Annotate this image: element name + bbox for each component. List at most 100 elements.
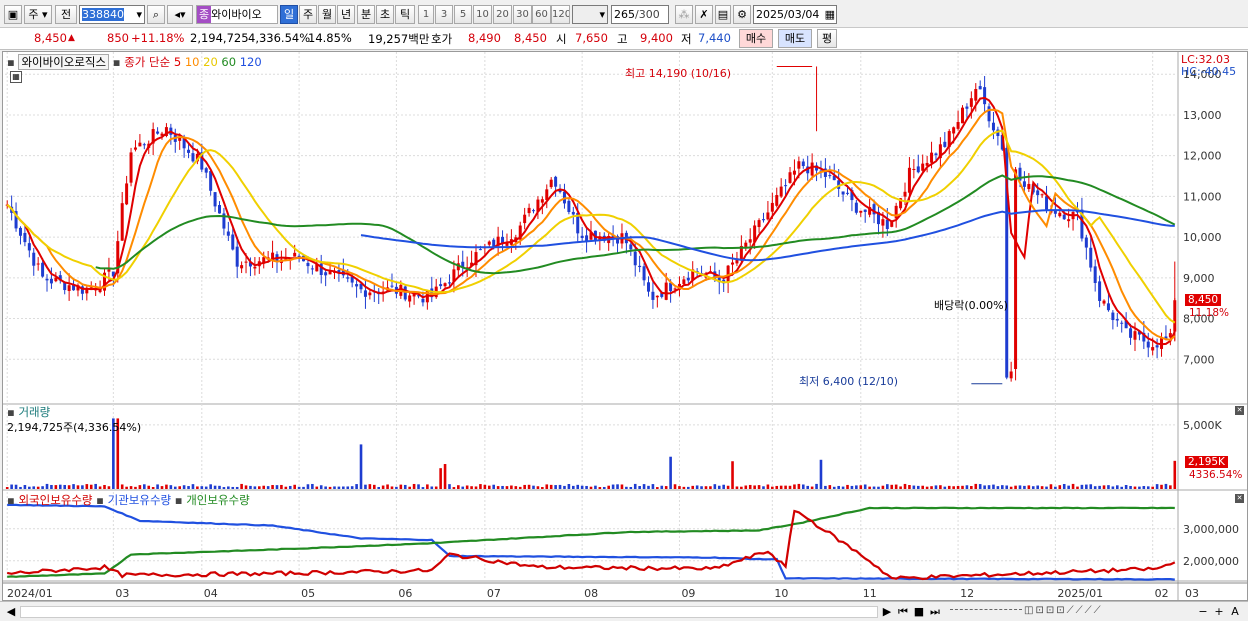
interval-120[interactable]: 120 <box>551 5 570 24</box>
candle-body <box>978 86 982 90</box>
stock-name-field[interactable]: 종 와이바이오 <box>196 5 278 24</box>
draw-icon[interactable]: ✗ <box>695 5 713 24</box>
volume-bar <box>355 484 358 489</box>
volume-bar <box>753 485 756 489</box>
chart-area[interactable]: 14,000 13,000 12,000 11,000 10,000 9,000 8,000… <box>2 51 1248 601</box>
volume-bar <box>527 484 531 489</box>
volume-bar <box>390 486 394 489</box>
volume-bar <box>1115 485 1119 489</box>
candle-body <box>585 235 589 241</box>
volume-bar <box>395 486 398 489</box>
candle-body <box>912 168 916 170</box>
volume-bar <box>372 484 376 489</box>
grid-icon[interactable]: ⁂ <box>675 5 693 24</box>
scrollbar-track[interactable] <box>20 606 878 618</box>
volume-bar <box>541 487 544 489</box>
candle-body <box>770 202 774 212</box>
low-label: 저 <box>681 32 692 46</box>
candle-body <box>18 227 22 236</box>
close-pane-icon[interactable]: ✕ <box>1235 494 1244 503</box>
interval-3[interactable]: 3 <box>435 5 453 24</box>
volume-bar <box>992 484 995 489</box>
volume-bar <box>461 486 465 489</box>
interval-1[interactable]: 1 <box>418 5 434 24</box>
interval-5[interactable]: 5 <box>454 5 472 24</box>
volume-bar <box>916 485 920 489</box>
current-pct-tag: 11.18% <box>1189 307 1230 319</box>
candle-body <box>1098 281 1102 301</box>
interval-20[interactable]: 20 <box>493 5 512 24</box>
period-type-select[interactable]: 전 <box>55 5 77 24</box>
volume-bar <box>585 485 588 489</box>
first-page-icon[interactable]: ⏮ <box>896 605 910 619</box>
tab-day[interactable]: 일 <box>280 5 298 24</box>
search-icon[interactable]: ⌕ <box>147 5 165 24</box>
candle-body <box>580 235 584 239</box>
volume-bar <box>1076 486 1079 489</box>
volume-bar <box>143 484 146 489</box>
candle-body <box>863 209 867 212</box>
volume-bar <box>258 486 261 489</box>
volume-bar <box>1138 486 1141 489</box>
code-input[interactable]: 338840 ▾ <box>79 5 145 24</box>
tab-month[interactable]: 월 <box>318 5 336 24</box>
sell-button[interactable]: 매도 <box>778 29 812 48</box>
interval-60[interactable]: 60 <box>532 5 551 24</box>
x-tick-label: 06 <box>398 587 412 600</box>
volume-bar <box>656 487 659 489</box>
volume-bar <box>514 486 518 489</box>
count-input[interactable]: 265/300 <box>611 5 669 24</box>
close-pane-icon[interactable]: ✕ <box>1235 406 1244 415</box>
average-button[interactable]: 평 <box>817 29 837 48</box>
chart-settings-icon[interactable]: ▣ <box>4 5 22 24</box>
tab-year[interactable]: 년 <box>337 5 355 24</box>
sound-icon[interactable]: ◂▾ <box>167 5 193 24</box>
stock-legend[interactable]: 와이바이오로직스 <box>18 54 110 70</box>
candle-body <box>1009 371 1013 379</box>
zoom-out-icon[interactable]: − <box>1196 605 1210 619</box>
y-tick-label: 10,000 <box>1183 231 1222 244</box>
chart-canvas[interactable]: 14,00013,00012,00011,00010,0009,0008,000… <box>3 52 1247 600</box>
buy-button[interactable]: 매수 <box>739 29 773 48</box>
save-icon[interactable]: ▤ <box>715 5 731 24</box>
volume-bar <box>262 485 266 489</box>
gear-icon[interactable]: ⚙ <box>733 5 751 24</box>
x-tick-label: 12 <box>960 587 974 600</box>
dropdown-icon: ▾ <box>599 8 605 21</box>
interval-30[interactable]: 30 <box>513 5 532 24</box>
volume-bar <box>1085 484 1088 489</box>
stop-icon[interactable]: ■ <box>912 605 926 619</box>
institution-holding-legend: 기관보유수량 <box>107 493 172 507</box>
tab-minute[interactable]: 분 <box>357 5 375 24</box>
candle-body <box>1062 214 1066 220</box>
volume-bar <box>231 486 235 489</box>
table-view-icon[interactable]: ▦ <box>10 71 22 83</box>
auto-scale-icon[interactable]: A <box>1228 605 1242 619</box>
candle-body <box>49 278 53 284</box>
volume-bar <box>306 484 310 489</box>
volume-bar <box>841 486 845 489</box>
tab-week[interactable]: 주 <box>299 5 317 24</box>
tab-second[interactable]: 초 <box>376 5 394 24</box>
candle-body <box>965 106 969 109</box>
calendar-icon[interactable]: ▦ <box>825 6 835 23</box>
candle-body <box>731 262 735 265</box>
volume-bar <box>505 486 509 489</box>
scroll-left-icon[interactable]: ◀ <box>4 605 18 619</box>
scroll-right-icon[interactable]: ▶ <box>880 605 894 619</box>
interval-10[interactable]: 10 <box>473 5 492 24</box>
date-input[interactable]: 2025/03/04 ▦ <box>753 5 837 24</box>
drawing-tools[interactable]: ◫⊡⊡⊡⟋⟋⟋⟋ <box>1024 605 1184 619</box>
pane-marker-icon: ▪ <box>7 55 15 69</box>
volume-bar <box>771 486 774 489</box>
last-page-icon[interactable]: ⏭ <box>928 605 942 619</box>
interval-custom[interactable]: ▾ <box>572 5 608 24</box>
dropdown-icon[interactable]: ▾ <box>136 6 142 23</box>
market-select[interactable]: 주 ▾ <box>24 5 52 24</box>
tab-tick[interactable]: 틱 <box>395 5 415 24</box>
x-tick-label: 09 <box>681 587 695 600</box>
zoom-in-icon[interactable]: + <box>1212 605 1226 619</box>
candle-body <box>655 295 659 298</box>
candle-body <box>439 284 443 287</box>
zoom-slider[interactable] <box>950 609 1022 613</box>
